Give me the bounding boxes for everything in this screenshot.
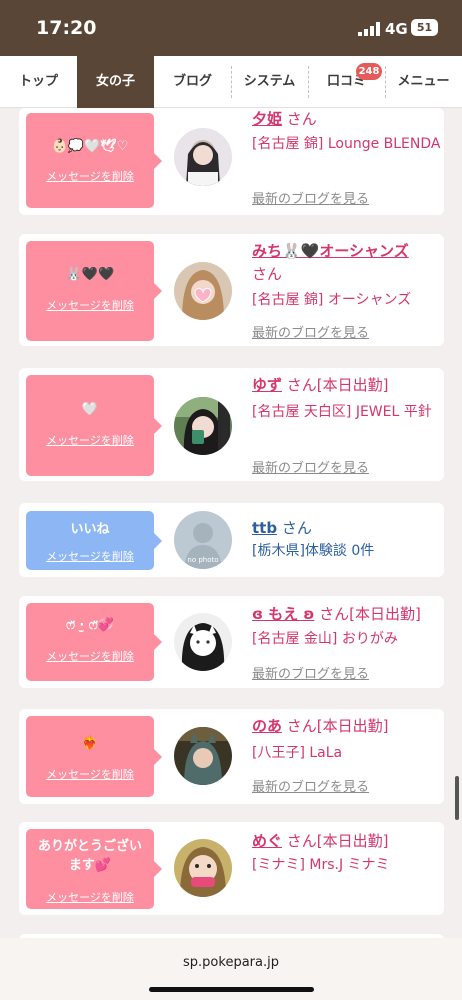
network-label: 4G <box>385 20 408 38</box>
shop-name[interactable]: [名古屋 錦] Lounge BLENDA <box>252 133 442 155</box>
message-bubble: ありがとうございます💕 メッセージを削除 <box>26 829 162 909</box>
delete-message-link[interactable]: メッセージを削除 <box>26 548 154 564</box>
message-bubble: いいね メッセージを削除 <box>26 511 162 570</box>
avatar[interactable] <box>174 839 232 897</box>
shop-name[interactable]: [名古屋 錦] オーシャンズ <box>252 289 442 311</box>
latest-blog-link[interactable]: 最新のブログを見る <box>252 322 369 341</box>
latest-blog-link[interactable]: 最新のブログを見る <box>252 188 369 207</box>
delete-message-link[interactable]: メッセージを削除 <box>26 432 154 448</box>
delete-message-link[interactable]: メッセージを削除 <box>26 889 154 905</box>
browser-address-bar: sp.pokepara.jp <box>0 938 462 1000</box>
shop-name[interactable]: [ミナミ] Mrs.J ミナミ <box>252 854 442 876</box>
avatar[interactable] <box>174 613 232 671</box>
battery-icon: 51 <box>411 19 438 36</box>
message-bubble: 👶🏻💭🤍🕊♡ メッセージを削除 <box>26 113 162 208</box>
avatar[interactable] <box>174 262 232 320</box>
reviews-count-badge: 248 <box>356 63 382 80</box>
message-bubble: 🐰🖤🖤 メッセージを削除 <box>26 241 162 341</box>
girl-name[interactable]: めぐ さん[本日出勤] <box>252 830 389 852</box>
delete-message-link[interactable]: メッセージを削除 <box>26 648 154 664</box>
girl-name[interactable]: ɞ もえ ʚ さん[本日出勤] <box>252 603 421 625</box>
user-name[interactable]: ttb さん <box>252 517 312 539</box>
shop-name[interactable]: [栃木県]体験談 0件 <box>252 540 442 562</box>
signal-icon <box>358 22 380 36</box>
shop-name[interactable]: [八王子] LaLa <box>252 742 442 764</box>
shop-name[interactable]: [名古屋 金山] おりがみ <box>252 628 442 650</box>
message-text: ෆ̈ ·̫ ෆ̈💞 <box>66 618 114 633</box>
message-text: ❤️‍🔥 <box>81 736 99 751</box>
tab-system[interactable]: システム <box>231 56 308 108</box>
status-bar: 17:20 4G 51 <box>0 0 462 56</box>
tab-menu[interactable]: メニュー <box>385 56 462 108</box>
latest-blog-link[interactable]: 最新のブログを見る <box>252 776 369 795</box>
message-bubble: ❤️‍🔥 メッセージを削除 <box>26 716 162 797</box>
list-item: ありがとうございます💕 メッセージを削除 めぐ さん[本日出勤] [ミナミ] M… <box>19 822 444 915</box>
delete-message-link[interactable]: メッセージを削除 <box>26 297 154 313</box>
girl-name[interactable]: みち🐰🖤オーシャンズ <box>252 240 409 262</box>
girl-name[interactable]: のあ さん[本日出勤] <box>252 715 389 737</box>
list-item: ෆ̈ ·̫ ෆ̈💞 メッセージを削除 ɞ もえ ʚ さん[本日出勤] [名古屋 … <box>19 596 444 688</box>
list-item: ❤️‍🔥 メッセージを削除 のあ さん[本日出勤] [八王子] LaLa 最新の… <box>19 709 444 804</box>
avatar[interactable] <box>174 397 232 455</box>
message-text: いいね <box>70 522 110 537</box>
message-text: 🐰🖤🖤 <box>65 267 115 282</box>
shop-name[interactable]: [名古屋 天白区] JEWEL 平針 <box>252 401 442 423</box>
tab-girls[interactable]: 女の子 <box>77 56 154 108</box>
list-item: 🤍 メッセージを削除 ゆず さん[本日出勤] [名古屋 天白区] JEWEL 平… <box>19 368 444 481</box>
home-indicator[interactable] <box>149 987 314 992</box>
message-text: 🤍 <box>81 402 99 417</box>
scrollbar[interactable] <box>455 776 459 820</box>
tab-top[interactable]: トップ <box>0 56 77 108</box>
latest-blog-link[interactable]: 最新のブログを見る <box>252 663 369 682</box>
list-item: いいね メッセージを削除 no photo ttb さん [栃木県]体験談 0件 <box>19 503 444 577</box>
clock: 17:20 <box>36 17 97 39</box>
delete-message-link[interactable]: メッセージを削除 <box>26 168 154 184</box>
url-text[interactable]: sp.pokepara.jp <box>0 955 462 970</box>
girl-name[interactable]: 夕姫 さん <box>252 108 317 130</box>
message-text: ありがとうございます💕 <box>37 839 142 873</box>
avatar[interactable] <box>174 727 232 785</box>
list-item: 👶🏻💭🤍🕊♡ メッセージを削除 夕姫 さん [名古屋 錦] Lounge BLE… <box>19 108 444 215</box>
avatar[interactable]: no photo <box>174 511 232 569</box>
main-nav: トップ 女の子 ブログ システム 口コミ 248 メニュー <box>0 56 462 108</box>
message-bubble: ෆ̈ ·̫ ෆ̈💞 メッセージを削除 <box>26 603 162 681</box>
name-suffix: さん <box>252 265 283 283</box>
message-bubble: 🤍 メッセージを削除 <box>26 375 162 476</box>
avatar[interactable] <box>174 128 232 186</box>
avatar-placeholder-text: no photo <box>187 556 218 564</box>
delete-message-link[interactable]: メッセージを削除 <box>26 766 154 782</box>
girl-name[interactable]: ゆず さん[本日出勤] <box>252 374 389 396</box>
message-text: 👶🏻💭🤍🕊♡ <box>51 139 129 154</box>
latest-blog-link[interactable]: 最新のブログを見る <box>252 457 369 476</box>
list-item: 🐰🖤🖤 メッセージを削除 みち🐰🖤オーシャンズ さん [名古屋 錦] オーシャン… <box>19 234 444 346</box>
tab-blog[interactable]: ブログ <box>154 56 231 108</box>
